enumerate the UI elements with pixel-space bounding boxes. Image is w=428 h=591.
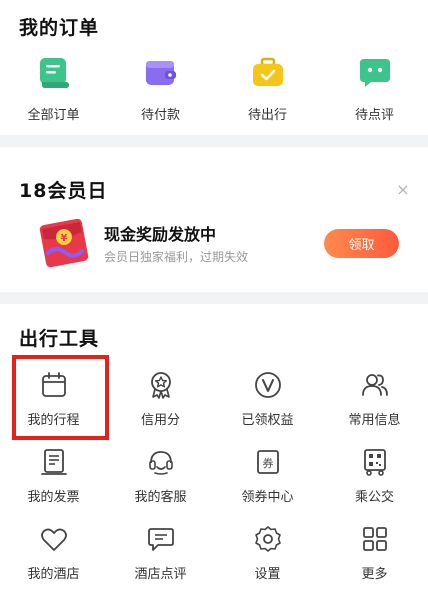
order-upcoming-button[interactable]: 待出行 bbox=[214, 55, 321, 130]
invoice-icon bbox=[40, 449, 67, 475]
tool-my-hotels[interactable]: 我的酒店 bbox=[0, 514, 107, 591]
promo-title: 18会员日 bbox=[19, 180, 108, 202]
tool-label: 信用分 bbox=[140, 413, 180, 428]
tool-take-bus[interactable]: 乘公交 bbox=[321, 437, 428, 514]
orders-section: 我的订单 全部订单 待付款 待出行 待点评 bbox=[0, 0, 428, 135]
promo-headline: 现金奖励发放中 bbox=[104, 225, 217, 244]
tools-grid: 我的行程 信用分 已领权益 常用信息 我的发票 我的客服 券 领券中心 乘公交 … bbox=[0, 360, 428, 591]
order-review-label: 待点评 bbox=[354, 108, 394, 123]
tool-credit-score[interactable]: 信用分 bbox=[107, 360, 214, 437]
order-all-label: 全部订单 bbox=[27, 108, 80, 123]
svg-text:券: 券 bbox=[262, 456, 273, 470]
tool-label: 领券中心 bbox=[241, 490, 294, 505]
tool-more[interactable]: 更多 bbox=[321, 514, 428, 591]
bus-qr-icon bbox=[363, 449, 386, 476]
tool-hotel-reviews[interactable]: 酒店点评 bbox=[107, 514, 214, 591]
order-unpaid-button[interactable]: 待付款 bbox=[107, 55, 214, 130]
tool-label: 乘公交 bbox=[354, 490, 394, 505]
tool-label: 我的行程 bbox=[27, 413, 80, 428]
settings-gear-icon bbox=[254, 526, 281, 552]
tool-frequent-info[interactable]: 常用信息 bbox=[321, 360, 428, 437]
grid-more-icon bbox=[362, 527, 387, 551]
review-icon bbox=[147, 528, 174, 551]
tool-label: 更多 bbox=[361, 567, 388, 582]
tools-title: 出行工具 bbox=[19, 328, 100, 350]
calendar-icon bbox=[41, 372, 66, 397]
wallet-icon bbox=[142, 55, 180, 91]
vip-v-icon bbox=[254, 372, 281, 398]
order-unpaid-label: 待付款 bbox=[140, 108, 180, 123]
heart-icon bbox=[40, 528, 67, 551]
claim-button[interactable]: 领取 bbox=[324, 229, 399, 258]
suitcase-icon bbox=[249, 55, 287, 91]
tool-label: 常用信息 bbox=[348, 413, 401, 428]
chat-bubble-icon bbox=[356, 55, 394, 91]
tool-claimed-benefits[interactable]: 已领权益 bbox=[214, 360, 321, 437]
section-divider bbox=[0, 292, 428, 304]
orders-title: 我的订单 bbox=[19, 17, 100, 39]
tool-customer-service[interactable]: 我的客服 bbox=[107, 437, 214, 514]
tool-coupon-center[interactable]: 券 领券中心 bbox=[214, 437, 321, 514]
tool-label: 已领权益 bbox=[241, 413, 294, 428]
tool-my-trips[interactable]: 我的行程 bbox=[0, 360, 107, 437]
tool-my-invoices[interactable]: 我的发票 bbox=[0, 437, 107, 514]
tools-row: 我的行程 信用分 已领权益 常用信息 bbox=[0, 360, 428, 437]
close-icon[interactable]: × bbox=[394, 181, 412, 199]
section-divider bbox=[0, 135, 428, 147]
tools-row: 我的发票 我的客服 券 领券中心 乘公交 bbox=[0, 437, 428, 514]
svg-text:¥: ¥ bbox=[61, 233, 68, 244]
tool-label: 设置 bbox=[254, 567, 281, 582]
red-envelope-icon: ¥ bbox=[36, 215, 94, 271]
customer-service-icon bbox=[148, 451, 173, 475]
tool-label: 酒店点评 bbox=[134, 567, 187, 582]
order-all-button[interactable]: 全部订单 bbox=[0, 55, 107, 130]
tools-row: 我的酒店 酒店点评 设置 更多 bbox=[0, 514, 428, 591]
order-upcoming-label: 待出行 bbox=[247, 108, 287, 123]
orders-row: 全部订单 待付款 待出行 待点评 bbox=[0, 55, 428, 130]
contacts-icon bbox=[361, 374, 388, 396]
coupon-icon: 券 bbox=[256, 450, 279, 474]
tool-label: 我的发票 bbox=[27, 490, 80, 505]
order-review-button[interactable]: 待点评 bbox=[321, 55, 428, 130]
all-orders-icon bbox=[35, 55, 73, 91]
tool-label: 我的客服 bbox=[134, 490, 187, 505]
tool-settings[interactable]: 设置 bbox=[214, 514, 321, 591]
promo-subtext: 会员日独家福利，过期失效 bbox=[104, 250, 249, 264]
tool-label: 我的酒店 bbox=[27, 567, 80, 582]
credit-badge-icon bbox=[150, 372, 171, 399]
